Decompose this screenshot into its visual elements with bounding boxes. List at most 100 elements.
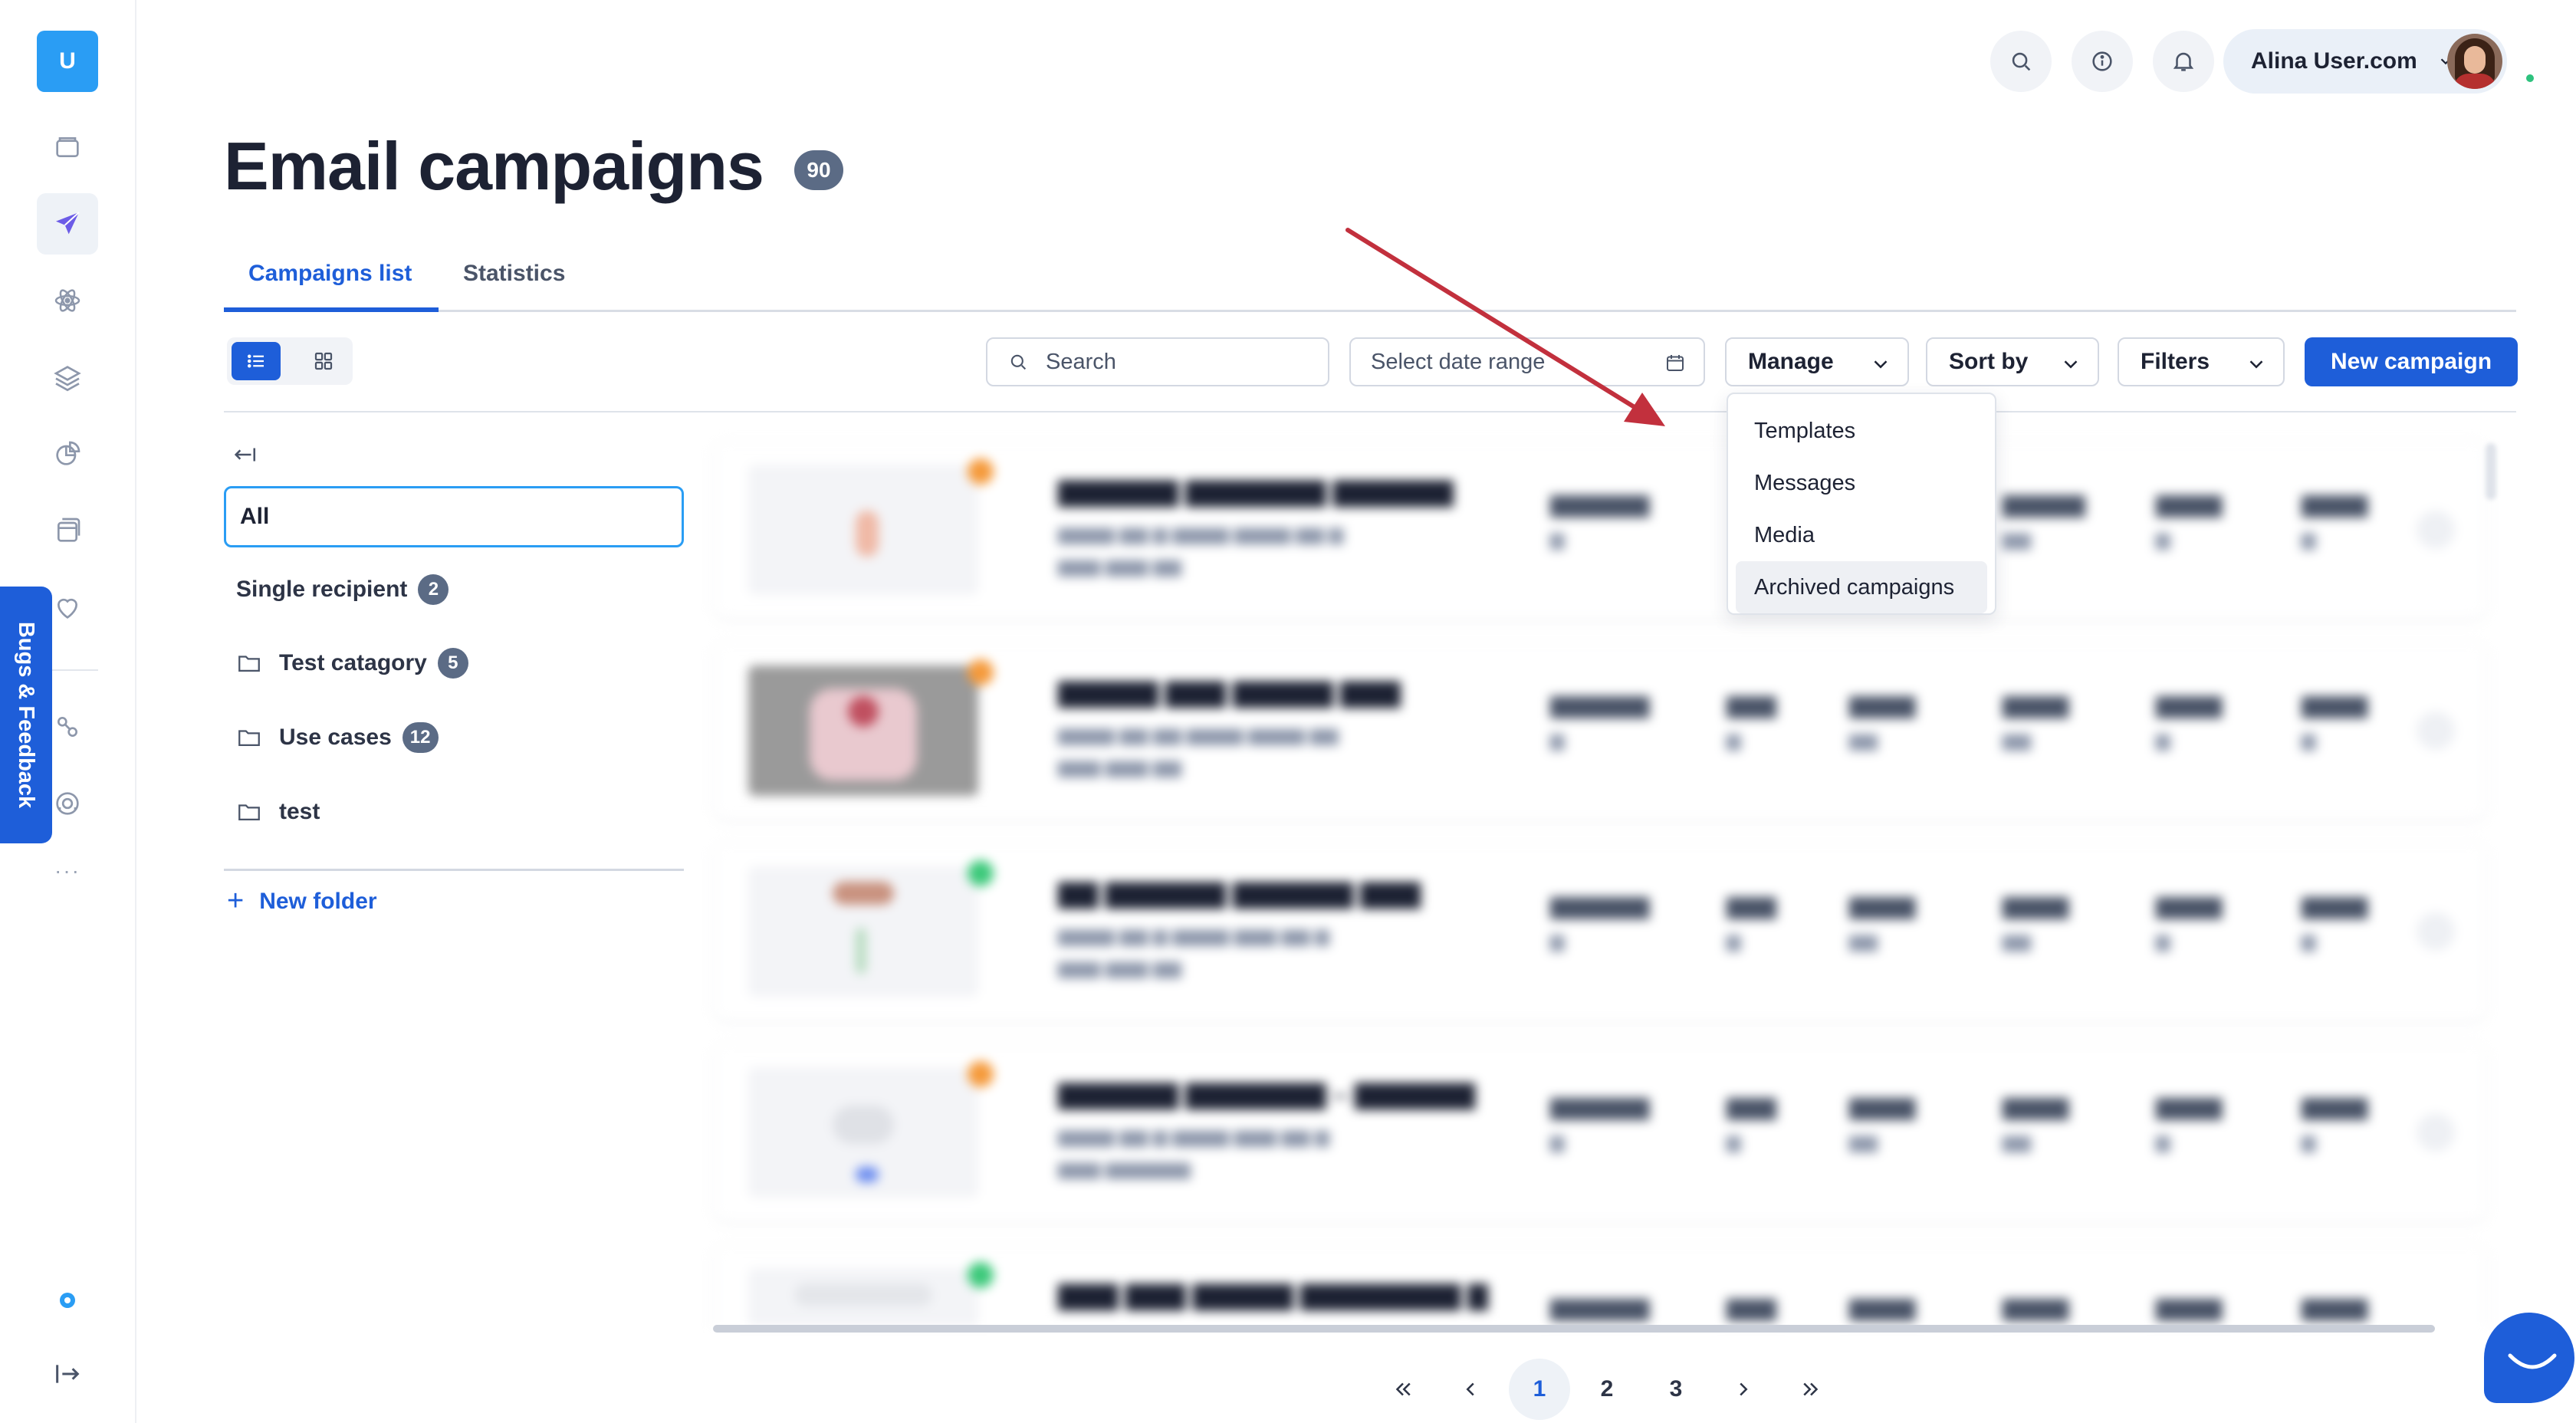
- folder-label: Test catagory: [279, 650, 427, 675]
- new-folder-button[interactable]: + New folder: [227, 885, 377, 918]
- folder-icon: [238, 656, 260, 672]
- list-view-button[interactable]: [232, 342, 281, 380]
- folder-count-badge: 12: [402, 722, 439, 753]
- folder-count-badge: 2: [418, 574, 449, 605]
- menu-item-messages[interactable]: Messages: [1736, 457, 1987, 509]
- search-icon: [1010, 354, 1027, 370]
- more-icon[interactable]: ···: [37, 859, 98, 905]
- atom-icon[interactable]: [37, 270, 98, 331]
- new-folder-label: New folder: [259, 888, 377, 914]
- analytics-icon[interactable]: [37, 423, 98, 485]
- folder-label: test: [279, 799, 320, 824]
- send-icon[interactable]: [37, 193, 98, 255]
- date-range-placeholder: Select date range: [1371, 349, 1546, 374]
- manage-dropdown[interactable]: Manage: [1725, 337, 1909, 386]
- storage-icon[interactable]: [37, 117, 98, 178]
- folders-divider: [224, 869, 684, 871]
- manage-label: Manage: [1748, 349, 1834, 374]
- logout-icon[interactable]: [37, 1343, 98, 1405]
- layers-icon[interactable]: [37, 347, 98, 408]
- chat-widget-button[interactable]: [2484, 1313, 2574, 1403]
- toolbar-divider: [224, 411, 2516, 412]
- tabs-divider: [224, 310, 2516, 312]
- folder-count-badge: 5: [437, 648, 468, 679]
- sort-by-label: Sort by: [1949, 349, 2029, 374]
- page-2-button[interactable]: 2: [1576, 1359, 1638, 1420]
- filters-dropdown[interactable]: Filters: [2118, 337, 2285, 386]
- campaign-thumbnail: [748, 665, 978, 796]
- folder-use-cases[interactable]: Use cases 12: [236, 718, 439, 757]
- grid-view-button[interactable]: [299, 342, 348, 380]
- search-icon[interactable]: [1990, 31, 2052, 92]
- info-icon[interactable]: [2072, 31, 2133, 92]
- page-3-button[interactable]: 3: [1645, 1359, 1707, 1420]
- status-dot: [968, 860, 994, 886]
- campaign-row[interactable]: ▇▇ ▇▇▇▇▇▇ ▇▇▇▇▇▇ ▇▇▇ ▆▆▆▆ ▆▆ ▆ ▆▆▆▆ ▆▆▆ …: [715, 843, 2486, 1020]
- new-campaign-button[interactable]: New campaign: [2305, 337, 2518, 386]
- menu-item-templates[interactable]: Templates: [1736, 405, 1987, 457]
- campaign-row[interactable]: ▇▇▇▇▇▇ ▇▇▇▇▇▇▇ – ▇▇▇▇▇▇ ▆▆▆▆ ▆▆ ▆ ▆▆▆▆ ▆…: [715, 1044, 2486, 1221]
- folder-icon: [238, 804, 260, 821]
- chevron-left-icon: [1466, 1382, 1474, 1396]
- chevron-right-icon: [1740, 1382, 1748, 1396]
- settings-icon[interactable]: [37, 1270, 98, 1331]
- active-tab-indicator: [224, 307, 439, 312]
- bugs-feedback-tab[interactable]: Bugs & Feedback: [0, 587, 52, 843]
- campaign-count-badge: 90: [794, 150, 843, 190]
- next-page-button[interactable]: [1713, 1359, 1774, 1420]
- view-toggle: [227, 337, 353, 385]
- plus-icon: +: [227, 885, 245, 917]
- menu-item-media[interactable]: Media: [1736, 509, 1987, 561]
- double-chevron-right-icon: [1803, 1382, 1819, 1396]
- campaign-thumbnail: [748, 465, 978, 595]
- chevron-down-icon: [2249, 360, 2263, 369]
- campaign-thumbnail: [748, 1268, 978, 1326]
- online-status-dot: [2524, 72, 2536, 84]
- folder-test[interactable]: test: [236, 793, 320, 831]
- folder-icon: [238, 730, 260, 747]
- filters-label: Filters: [2141, 349, 2210, 374]
- folder-all[interactable]: All: [224, 486, 684, 547]
- vertical-scrollbar[interactable]: [2486, 443, 2496, 500]
- date-range-picker[interactable]: Select date range: [1349, 337, 1705, 386]
- pages-icon[interactable]: [37, 500, 98, 561]
- campaign-row[interactable]: ▇▇▇ ▇▇▇ ▇▇▇▇▇ ▇▇▇▇▇▇▇▇ ▇ ▇▇▇▇▇▇ ▇▇▇ ▇▇▇▇…: [715, 1245, 2486, 1326]
- campaign-list: ▇▇▇▇▇▇ ▇▇▇▇▇▇▇ ▇▇▇▇▇▇ ▆▆▆▆ ▆▆ ▆ ▆▆▆▆ ▆▆▆…: [707, 429, 2501, 1326]
- campaign-row[interactable]: ▇▇▇▇▇ ▇▇▇ ▇▇▇▇▇ ▇▇▇ ▆▆▆▆ ▆▆ ▆▆ ▆▆▆▆ ▆▆▆▆…: [715, 642, 2486, 819]
- manage-menu: Templates Messages Media Archived campai…: [1727, 393, 1996, 615]
- folder-label: Single recipient: [236, 577, 408, 602]
- menu-item-archived-campaigns[interactable]: Archived campaigns: [1736, 561, 1987, 613]
- user-name: Alina User.com: [2251, 48, 2417, 74]
- first-page-button[interactable]: [1372, 1359, 1434, 1420]
- page-1-button[interactable]: 1: [1509, 1359, 1570, 1420]
- chevron-down-icon: [1874, 360, 1888, 369]
- bugs-feedback-label: Bugs & Feedback: [14, 621, 39, 809]
- user-menu[interactable]: Alina User.com: [2223, 29, 2507, 94]
- collapse-panel-icon[interactable]: [232, 443, 258, 466]
- app-logo[interactable]: U: [37, 31, 98, 92]
- search-field: [986, 337, 1329, 386]
- smile-icon: [2508, 1353, 2557, 1369]
- folder-label: Use cases: [279, 725, 392, 750]
- search-input[interactable]: [1046, 349, 1299, 375]
- campaign-row[interactable]: ▇▇▇▇▇▇ ▇▇▇▇▇▇▇ ▇▇▇▇▇▇ ▆▆▆▆ ▆▆ ▆ ▆▆▆▆ ▆▆▆…: [715, 442, 2486, 618]
- bell-icon[interactable]: [2153, 31, 2214, 92]
- status-dot: [968, 1262, 994, 1288]
- folder-single-recipient[interactable]: Single recipient 2: [236, 570, 449, 609]
- campaign-thumbnail: [748, 866, 978, 997]
- status-dot: [968, 659, 994, 685]
- page-title: Email campaigns: [224, 128, 764, 204]
- status-dot: [968, 1061, 994, 1087]
- double-chevron-left-icon: [1395, 1382, 1411, 1396]
- tab-campaigns-list[interactable]: Campaigns list: [248, 261, 412, 287]
- prev-page-button[interactable]: [1440, 1359, 1501, 1420]
- folder-test-catagory[interactable]: Test catagory 5: [236, 644, 468, 682]
- last-page-button[interactable]: [1780, 1359, 1842, 1420]
- tab-statistics[interactable]: Statistics: [463, 261, 565, 287]
- calendar-icon: [1667, 355, 1684, 371]
- status-dot: [968, 458, 994, 485]
- chevron-down-icon: [2064, 360, 2078, 369]
- grid-icon: [314, 352, 333, 370]
- sort-by-dropdown[interactable]: Sort by: [1926, 337, 2099, 386]
- horizontal-scrollbar[interactable]: [713, 1325, 2435, 1333]
